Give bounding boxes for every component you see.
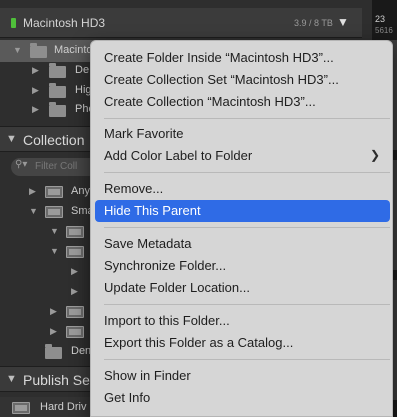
disclosure-closed-icon[interactable]: ▶ (71, 266, 78, 277)
menu-item-hide-this-parent[interactable]: Hide This Parent (95, 200, 390, 222)
menu-separator (104, 172, 390, 173)
disclosure-closed-icon[interactable]: ▶ (71, 286, 78, 297)
menu-item-add-color-label[interactable]: Add Color Label to Folder ❯ (95, 145, 390, 167)
section-collapse-icon[interactable]: ▼ (6, 133, 17, 145)
menu-item-save-metadata[interactable]: Save Metadata (95, 233, 390, 255)
folder-label: De (75, 64, 90, 76)
collection-label: Any (71, 185, 90, 197)
disclosure-open-icon[interactable]: ▼ (13, 45, 22, 55)
search-icon: ⚲▾ (15, 159, 28, 170)
volume-size: 3.9 / 8 TB (294, 18, 333, 28)
collection-set-icon (66, 306, 84, 318)
disclosure-closed-icon[interactable]: ▶ (50, 326, 57, 337)
folder-icon (45, 344, 62, 359)
collection-set-icon (45, 186, 63, 198)
hard-drive-label: Hard Driv (40, 401, 87, 413)
disclosure-closed-icon[interactable]: ▶ (32, 65, 39, 76)
menu-item-create-folder-inside[interactable]: Create Folder Inside “Macintosh HD3”... (95, 47, 390, 69)
disclosure-open-icon[interactable]: ▼ (50, 226, 59, 236)
folder-icon (49, 83, 66, 98)
disclosure-closed-icon[interactable]: ▶ (50, 306, 57, 317)
folder-icon (30, 43, 47, 58)
volume-status-led (11, 18, 16, 28)
filter-placeholder: Filter Coll (35, 161, 78, 172)
disclosure-open-icon[interactable]: ▼ (29, 206, 38, 216)
collection-label: Den (71, 345, 92, 357)
section-collapse-icon[interactable]: ▼ (6, 373, 17, 385)
menu-item-create-collection[interactable]: Create Collection “Macintosh HD3”... (95, 91, 390, 113)
disclosure-closed-icon[interactable]: ▶ (29, 186, 36, 197)
menu-item-mark-favorite[interactable]: Mark Favorite (95, 123, 390, 145)
menu-item-show-in-finder[interactable]: Show in Finder (95, 365, 390, 387)
collection-set-icon (66, 326, 84, 338)
collection-set-icon (66, 226, 84, 238)
publish-title: Publish Se (23, 372, 90, 388)
menu-item-remove[interactable]: Remove... (95, 178, 390, 200)
menu-separator (104, 359, 390, 360)
menu-item-export-as-catalog[interactable]: Export this Folder as a Catalog... (95, 332, 390, 354)
menu-separator (104, 304, 390, 305)
filmstrip-number: 23 (375, 14, 386, 24)
folder-icon (49, 102, 66, 117)
collections-title: Collection (23, 132, 85, 148)
menu-item-import-to-folder[interactable]: Import to this Folder... (95, 310, 390, 332)
volume-menu-arrow-icon[interactable]: ▼ (337, 15, 349, 29)
disclosure-closed-icon[interactable]: ▶ (32, 104, 39, 115)
collection-set-icon (45, 206, 63, 218)
disclosure-open-icon[interactable]: ▼ (50, 246, 59, 256)
menu-item-update-folder-location[interactable]: Update Folder Location... (95, 277, 390, 299)
folder-icon (49, 63, 66, 78)
menu-item-synchronize-folder[interactable]: Synchronize Folder... (95, 255, 390, 277)
filmstrip-sub: 5616 (375, 26, 393, 35)
menu-item-create-collection-set[interactable]: Create Collection Set “Macintosh HD3”... (95, 69, 390, 91)
submenu-chevron-right-icon: ❯ (369, 148, 380, 162)
volume-name: Macintosh HD3 (23, 16, 106, 30)
menu-item-get-info[interactable]: Get Info (95, 387, 390, 409)
menu-separator (104, 227, 390, 228)
hard-drive-icon (12, 402, 30, 414)
volume-header[interactable]: Macintosh HD3 3.9 / 8 TB ▼ (0, 8, 362, 38)
folder-context-menu: Create Folder Inside “Macintosh HD3”... … (90, 40, 393, 417)
collection-set-icon (66, 246, 84, 258)
menu-separator (104, 118, 390, 119)
disclosure-closed-icon[interactable]: ▶ (32, 85, 39, 96)
